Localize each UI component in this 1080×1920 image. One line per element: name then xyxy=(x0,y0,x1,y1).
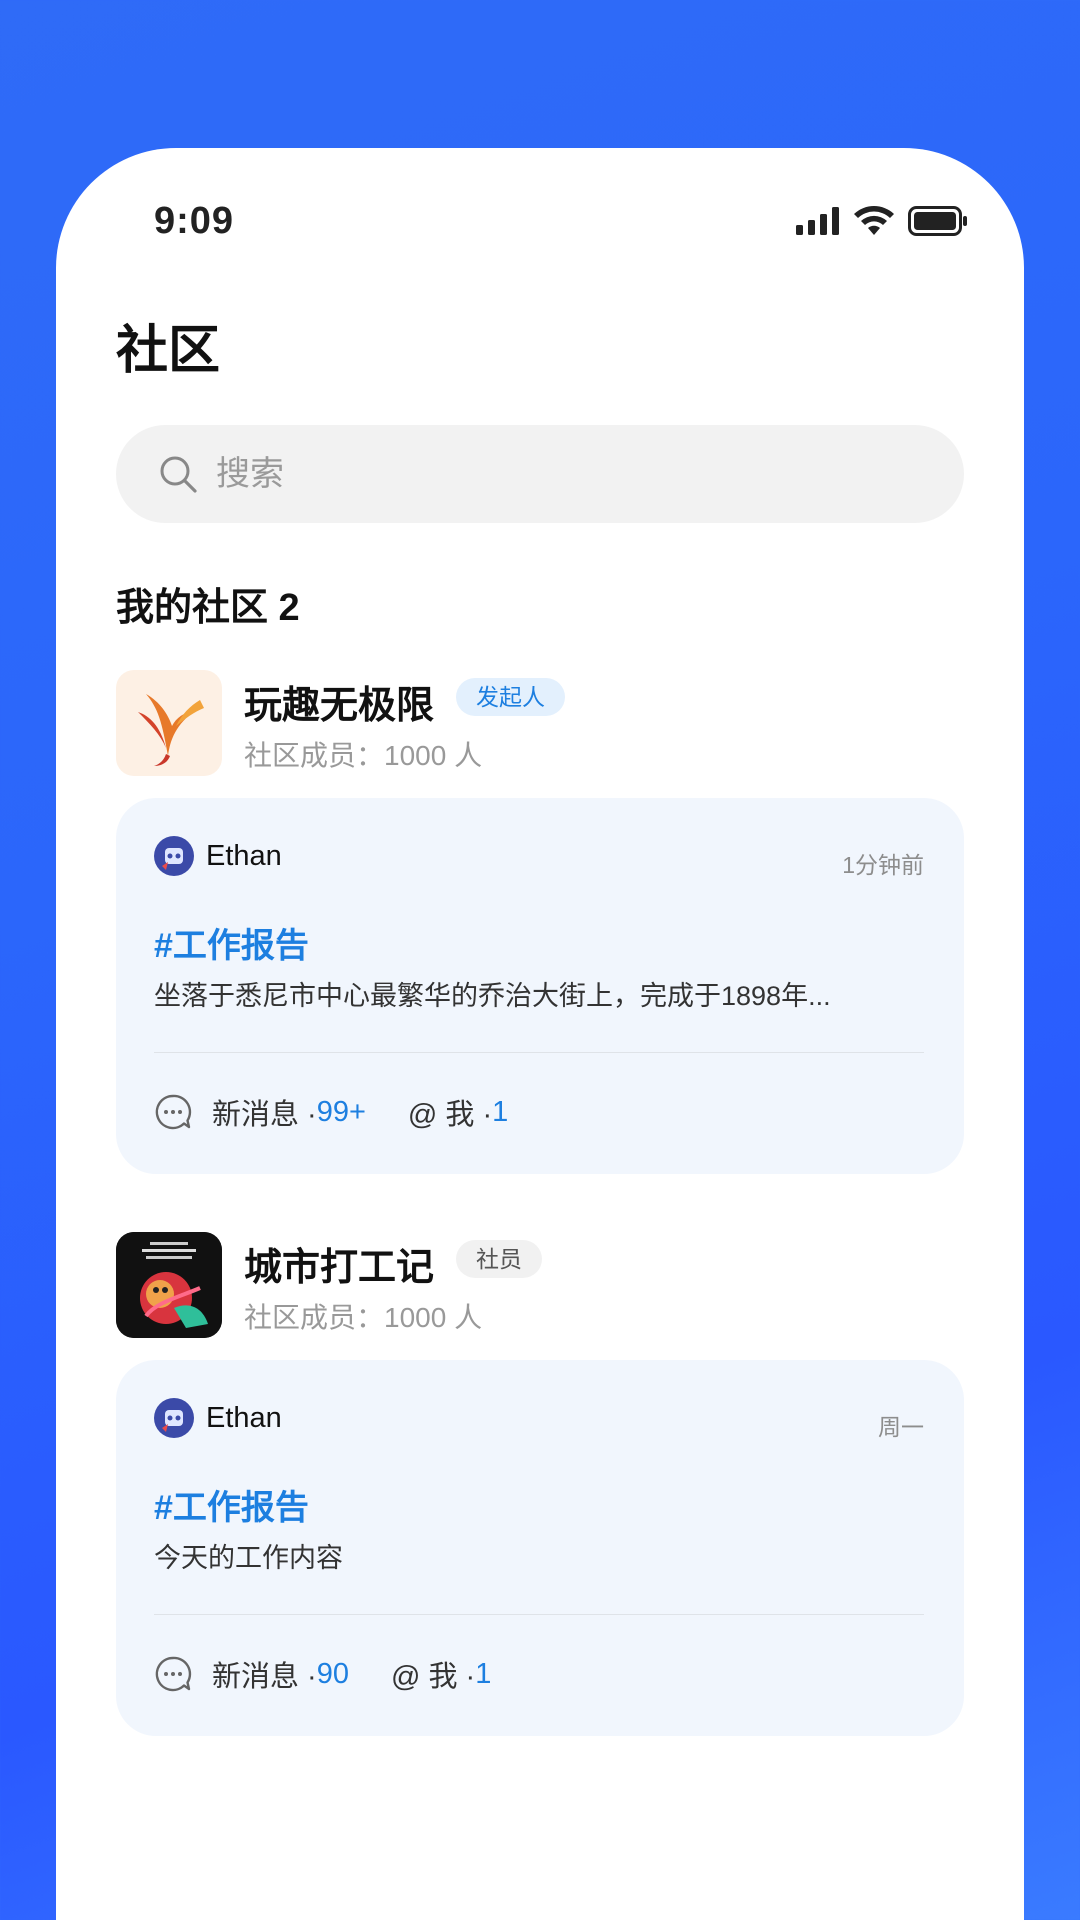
mention-label: @ 我 · xyxy=(407,1099,493,1131)
post-time: 1分钟前 xyxy=(842,852,924,878)
post-author: Ethan xyxy=(206,1402,282,1434)
status-time: 9:09 xyxy=(154,200,235,242)
divider xyxy=(154,1052,924,1053)
community-avatar xyxy=(116,670,222,776)
status-icons xyxy=(796,206,968,236)
user-avatar xyxy=(154,1398,194,1438)
community-members: 社区成员：1000 人 xyxy=(244,1302,483,1333)
wifi-icon xyxy=(854,206,894,235)
divider xyxy=(154,1614,924,1615)
post-footer: 新消息 · 90 @ 我 · 1 xyxy=(154,1654,491,1694)
signal-icon xyxy=(796,207,839,235)
post-topic[interactable]: #工作报告 xyxy=(154,1480,309,1529)
post-topic[interactable]: #工作报告 xyxy=(154,918,309,967)
post-text: 今天的工作内容 xyxy=(154,1543,343,1573)
post-card[interactable]: Ethan 1分钟前 #工作报告 坐落于悉尼市中心最繁华的乔治大街上，完成于18… xyxy=(116,798,964,1174)
community-name: 玩趣无极限 xyxy=(244,685,435,727)
mention-count: 1 xyxy=(475,1657,492,1690)
battery-icon xyxy=(908,206,967,236)
new-message-label: 新消息 · xyxy=(212,1661,317,1693)
search-icon xyxy=(160,456,197,493)
phoenix-logo-icon xyxy=(138,694,204,766)
role-badge: 社员 xyxy=(456,1240,542,1278)
community-item[interactable]: 玩趣无极限 发起人 社区成员：1000 人 Ethan 1分钟前 #工作报告 坐… xyxy=(116,670,964,1174)
community-header[interactable]: 城市打工记 社员 社区成员：1000 人 xyxy=(116,1232,964,1340)
mention-label: @ 我 · xyxy=(390,1661,476,1693)
community-name: 城市打工记 xyxy=(244,1247,435,1289)
post-author: Ethan xyxy=(206,840,282,872)
phone-screen: 9:09 社区 我的社区 xyxy=(56,148,1024,1920)
post-card[interactable]: Ethan 周一 #工作报告 今天的工作内容 新消息 · 90 @ 我 · 1 xyxy=(116,1360,964,1736)
post-text: 坐落于悉尼市中心最繁华的乔治大街上，完成于1898年... xyxy=(154,981,831,1011)
community-header[interactable]: 玩趣无极限 发起人 社区成员：1000 人 xyxy=(116,670,964,778)
post-footer: 新消息 · 99+ @ 我 · 1 xyxy=(154,1092,508,1132)
post-time: 周一 xyxy=(878,1414,924,1440)
promo-thumbnail-icon xyxy=(116,1232,222,1338)
community-avatar xyxy=(116,1232,222,1338)
search-bar[interactable] xyxy=(116,425,964,523)
chat-bubble-icon xyxy=(155,1094,192,1130)
new-message-count: 90 xyxy=(316,1657,349,1690)
section-title: 我的社区 2 xyxy=(116,587,300,629)
community-item[interactable]: 城市打工记 社员 社区成员：1000 人 Ethan 周一 #工作报告 今天的工… xyxy=(116,1232,964,1736)
role-badge: 发起人 xyxy=(456,678,565,716)
chat-bubble-icon xyxy=(155,1656,192,1692)
search-input[interactable] xyxy=(214,453,918,495)
status-bar: 9:09 xyxy=(56,148,1024,298)
page-title: 社区 xyxy=(116,322,221,380)
mention-count: 1 xyxy=(492,1095,509,1128)
user-avatar xyxy=(154,836,194,876)
new-message-label: 新消息 · xyxy=(212,1099,317,1131)
new-message-count: 99+ xyxy=(316,1095,366,1128)
community-members: 社区成员：1000 人 xyxy=(244,740,483,771)
